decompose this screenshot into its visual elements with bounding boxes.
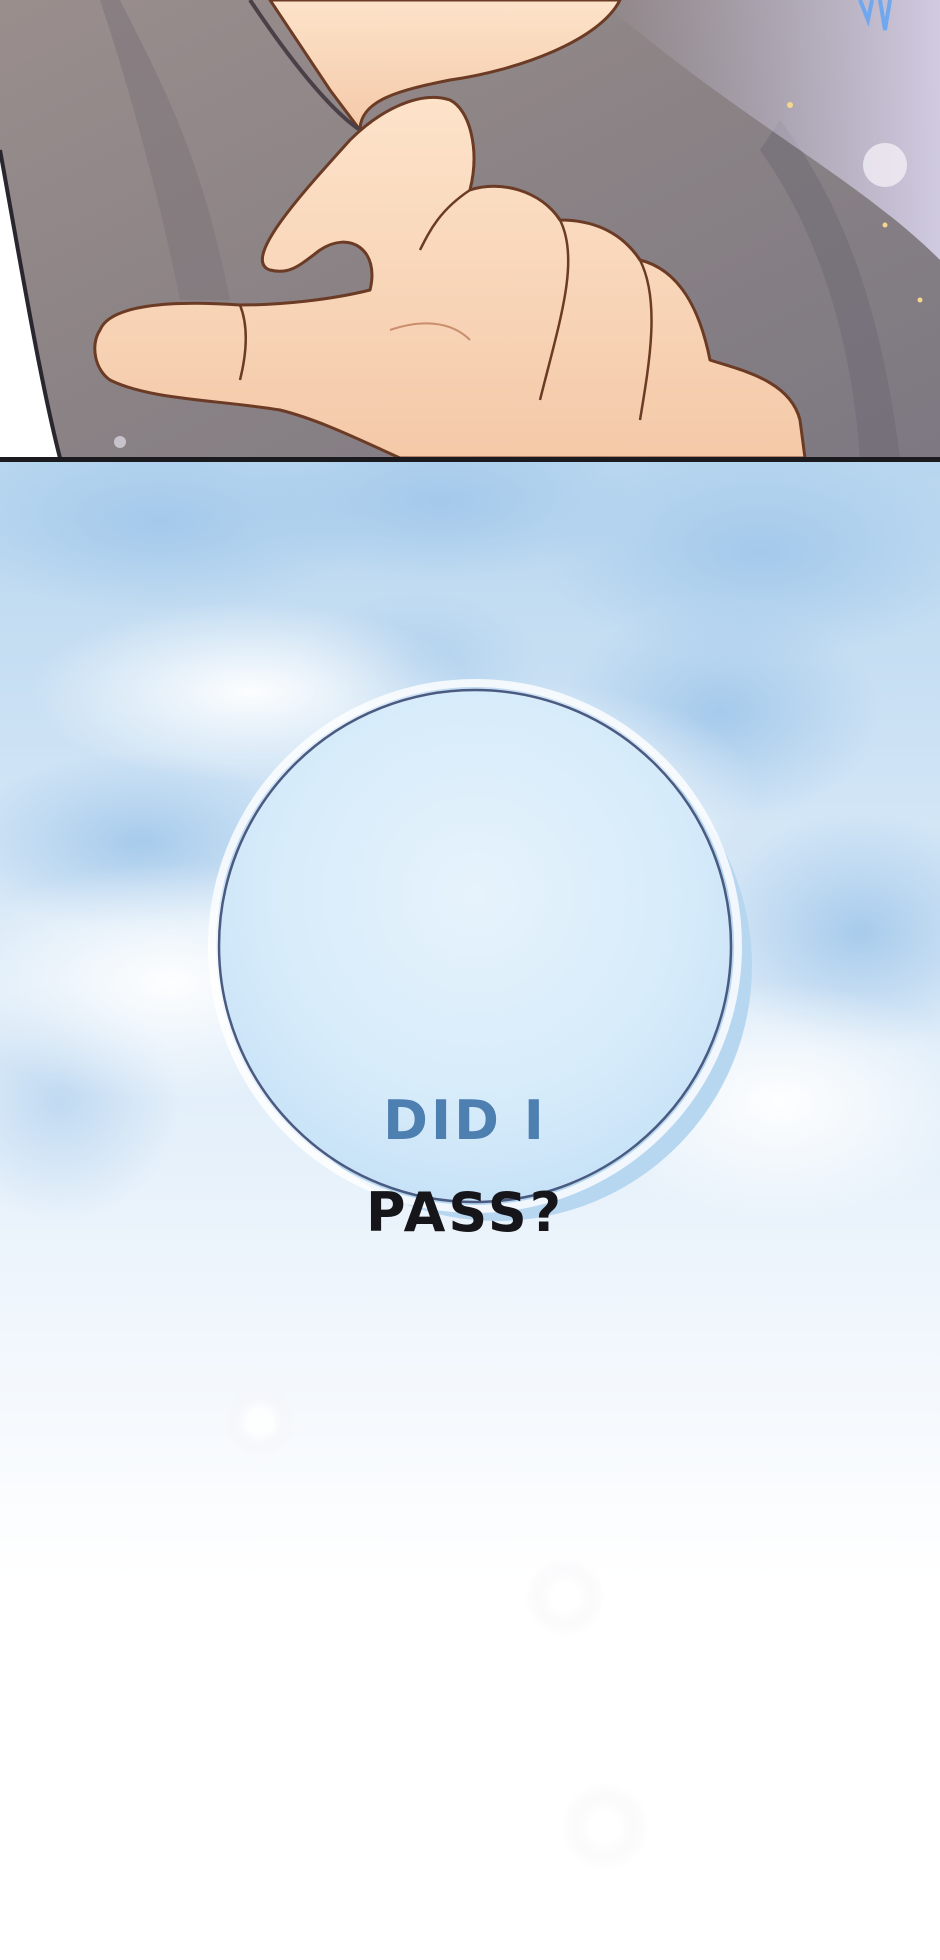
hand-illustration xyxy=(0,0,940,460)
hand-panel xyxy=(0,0,940,460)
speech-line-1: DID I xyxy=(383,1089,547,1152)
speech-line-2: PASS? xyxy=(365,1181,565,1244)
